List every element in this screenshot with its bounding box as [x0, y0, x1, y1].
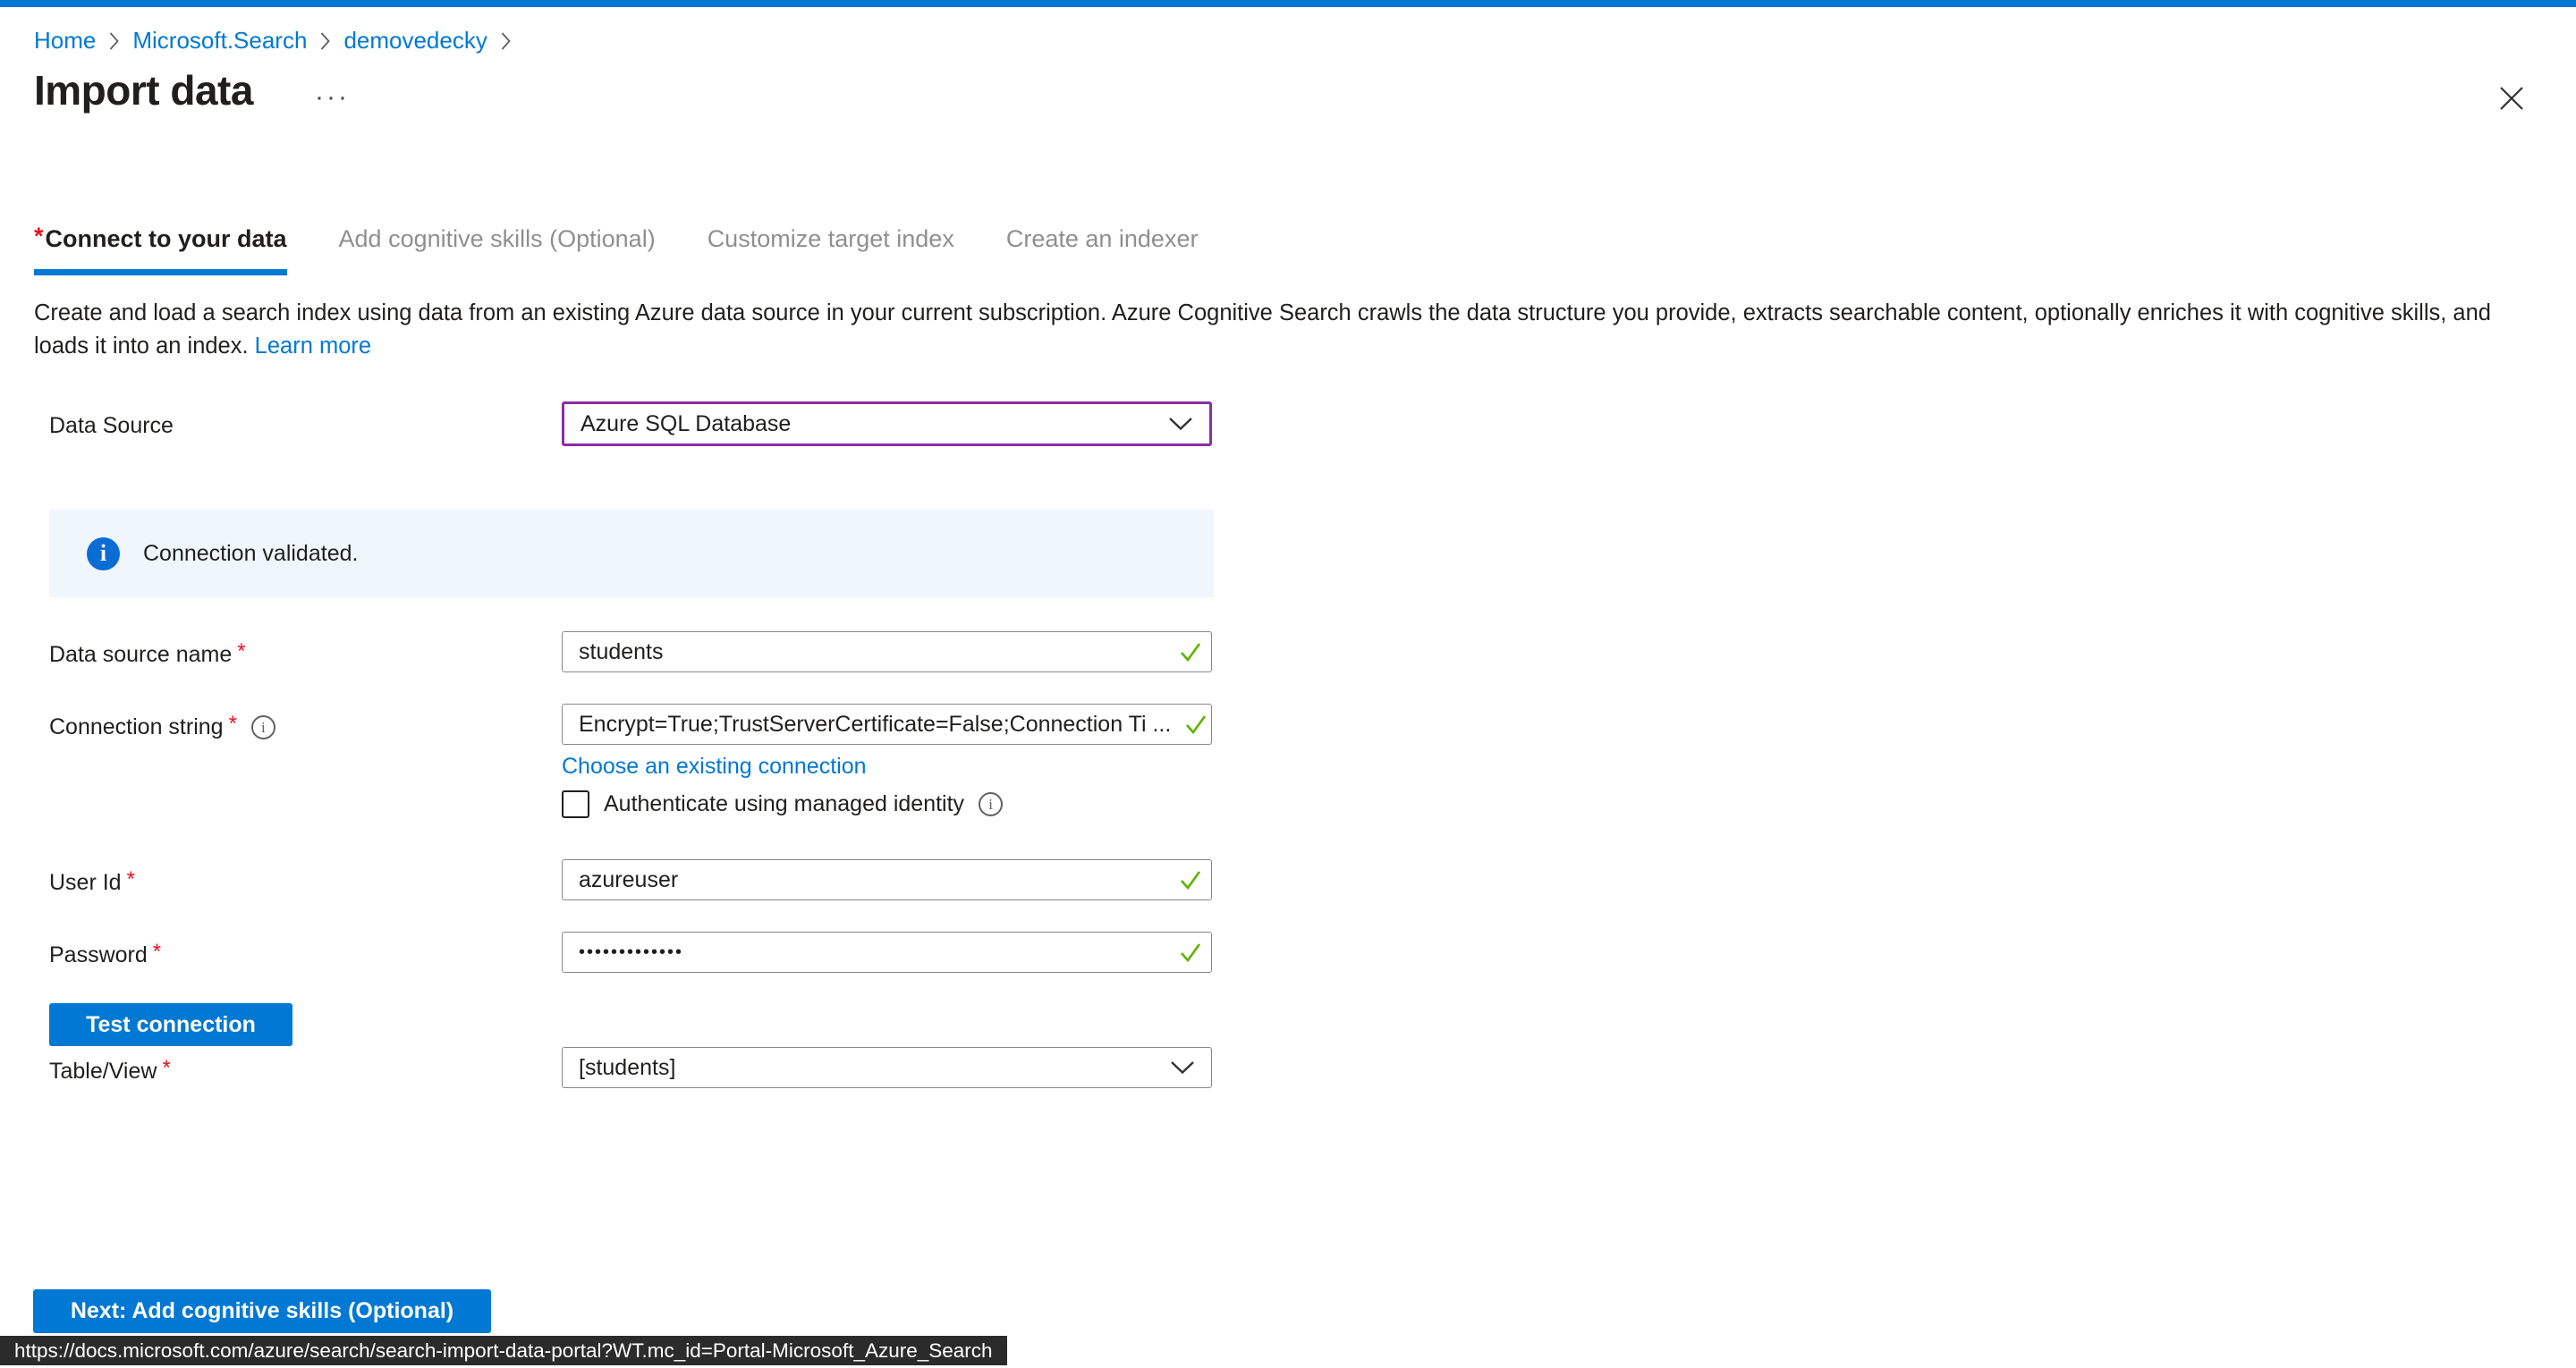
- connection-string-field: [562, 704, 1212, 745]
- test-connection-button[interactable]: Test connection: [49, 1003, 292, 1046]
- breadcrumb-home[interactable]: Home: [34, 27, 96, 55]
- info-tooltip-icon[interactable]: i: [251, 715, 275, 739]
- data-source-name-input[interactable]: [563, 632, 1177, 671]
- required-marker: *: [237, 639, 245, 664]
- info-tooltip-icon[interactable]: i: [979, 792, 1003, 816]
- password-field: [562, 932, 1212, 973]
- tab-connect-to-your-data[interactable]: *Connect to your data: [34, 225, 287, 275]
- existing-connection-row: Choose an existing connection: [562, 754, 867, 780]
- valid-check-icon: [1177, 939, 1204, 966]
- password-input[interactable]: [563, 933, 1177, 972]
- required-marker: *: [229, 712, 237, 737]
- required-marker: *: [153, 940, 161, 965]
- chevron-right-icon: [500, 31, 512, 51]
- required-marker: *: [127, 867, 135, 892]
- valid-check-icon: [1182, 711, 1209, 738]
- chevron-right-icon: [108, 31, 120, 51]
- connection-validated-banner: i Connection validated.: [49, 510, 1214, 597]
- table-view-label: Table/View *: [49, 1059, 171, 1085]
- required-marker: *: [162, 1056, 170, 1081]
- close-icon: [2497, 84, 2526, 117]
- intro-text: Create and load a search index using dat…: [34, 297, 2544, 363]
- next-add-cognitive-skills-button[interactable]: Next: Add cognitive skills (Optional): [33, 1289, 491, 1333]
- required-marker: *: [34, 223, 44, 249]
- label-text: User Id: [49, 870, 122, 896]
- managed-identity-checkbox[interactable]: [562, 790, 589, 818]
- chevron-right-icon: [319, 31, 331, 51]
- user-id-field: [562, 859, 1212, 900]
- more-options-button[interactable]: ···: [315, 82, 350, 113]
- tab-customize-target-index[interactable]: Customize target index: [708, 225, 954, 275]
- wizard-tabs: *Connect to your data Add cognitive skil…: [34, 225, 1198, 275]
- tab-label: Add cognitive skills (Optional): [339, 225, 656, 252]
- label-text: Connection string: [49, 714, 224, 740]
- breadcrumb: Home Microsoft.Search demovedecky: [34, 27, 512, 55]
- password-label: Password *: [49, 942, 161, 968]
- page-title: Import data: [34, 66, 253, 114]
- data-source-name-field: [562, 631, 1212, 672]
- tab-label: Create an indexer: [1006, 225, 1199, 252]
- chevron-down-icon: [1170, 1055, 1195, 1081]
- user-id-input[interactable]: [563, 860, 1177, 899]
- tab-label: Customize target index: [708, 225, 954, 252]
- choose-existing-connection-link[interactable]: Choose an existing connection: [562, 754, 867, 779]
- banner-text: Connection validated.: [143, 541, 358, 567]
- info-icon: i: [87, 537, 120, 570]
- table-view-selected-value: [students]: [579, 1055, 675, 1081]
- learn-more-link[interactable]: Learn more: [255, 334, 371, 359]
- label-text: Table/View: [49, 1059, 157, 1085]
- label-text: Password: [49, 942, 148, 968]
- data-source-label: Data Source: [49, 413, 174, 439]
- managed-identity-row: Authenticate using managed identity i: [562, 790, 1003, 818]
- user-id-label: User Id *: [49, 870, 135, 896]
- connection-string-input[interactable]: [563, 705, 1182, 744]
- tab-label: Connect to your data: [46, 225, 287, 252]
- valid-check-icon: [1177, 638, 1204, 665]
- tab-create-an-indexer[interactable]: Create an indexer: [1006, 225, 1199, 275]
- chevron-down-icon: [1168, 411, 1193, 437]
- data-source-name-label: Data source name *: [49, 642, 246, 668]
- label-text: Data Source: [49, 413, 174, 439]
- data-source-selected-value: Azure SQL Database: [580, 411, 791, 437]
- valid-check-icon: [1177, 866, 1204, 893]
- breadcrumb-microsoft-search[interactable]: Microsoft.Search: [132, 27, 307, 55]
- close-button[interactable]: [2494, 82, 2529, 118]
- connection-string-label: Connection string * i: [49, 714, 275, 740]
- table-view-dropdown[interactable]: [students]: [562, 1047, 1212, 1088]
- breadcrumb-demovedecky[interactable]: demovedecky: [343, 27, 487, 55]
- intro-description: Create and load a search index using dat…: [34, 300, 2491, 359]
- status-url-bar: https://docs.microsoft.com/azure/search/…: [0, 1336, 1007, 1365]
- managed-identity-label: Authenticate using managed identity: [604, 791, 964, 817]
- data-source-dropdown[interactable]: Azure SQL Database: [562, 401, 1212, 446]
- label-text: Data source name: [49, 642, 232, 668]
- tab-add-cognitive-skills[interactable]: Add cognitive skills (Optional): [339, 225, 656, 275]
- import-data-page: Home Microsoft.Search demovedecky Import…: [0, 0, 2576, 1368]
- top-accent-bar: [0, 0, 2576, 7]
